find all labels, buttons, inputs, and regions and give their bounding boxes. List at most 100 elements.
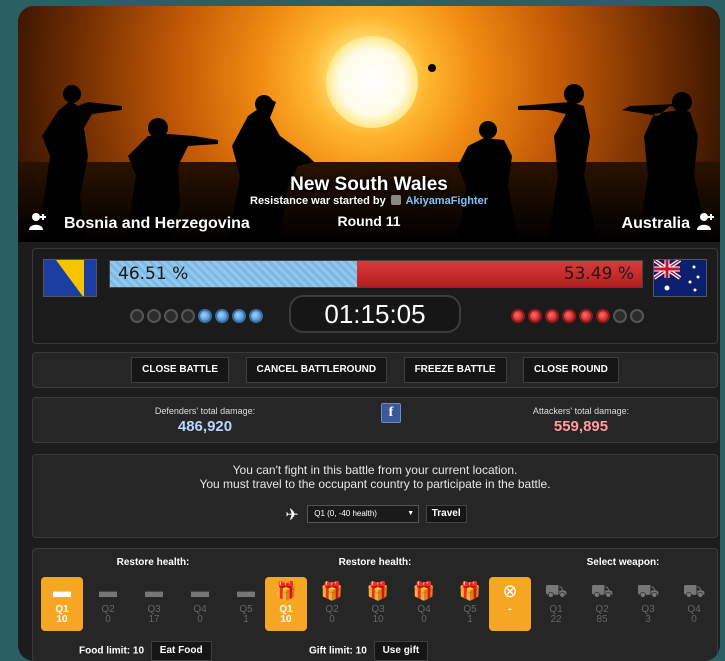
tank-icon: ⛟: [719, 577, 720, 605]
gift-slots: 🎁 Q1 10 🎁 Q2 0 🎁 Q3 10 🎁 Q4 0 🎁 Q5 1: [265, 577, 491, 631]
slot-count: 3: [645, 614, 651, 625]
slot-count: 17: [148, 614, 160, 625]
round-indicator: [215, 309, 229, 323]
use-gift-button[interactable]: Use gift: [373, 641, 429, 661]
food-footer: Food limit: 10 Eat Food: [79, 641, 212, 661]
ticket-select[interactable]: Q1 (0, -40 health) ▼: [307, 505, 420, 523]
cancel-battleround-button[interactable]: CANCEL BATTLEROUND: [245, 357, 388, 383]
round-indicator: [596, 309, 610, 323]
gift-footer: Gift limit: 10 Use gift: [309, 641, 429, 661]
attackers-damage-value: 559,895: [553, 418, 609, 435]
player-avatar: [390, 195, 401, 205]
gift-slot[interactable]: 🎁 Q2 0: [311, 577, 353, 631]
gift-icon: 🎁: [366, 581, 390, 601]
round-indicator: [249, 309, 263, 323]
slot-count: 0: [421, 614, 427, 625]
attackers-damage-label: Attackers' total damage:: [532, 406, 630, 416]
round-indicator: [528, 309, 542, 323]
attacker-person-icon: [697, 213, 714, 230]
tank-icon: ⛟: [590, 581, 614, 601]
travel-message-line2: You must travel to the occupant country …: [199, 477, 551, 491]
travel-panel: You can't fight in this battle from your…: [32, 454, 718, 538]
round-indicator: [545, 309, 559, 323]
slot-count: 1: [467, 614, 473, 625]
defender-country[interactable]: Bosnia and Herzegovina: [64, 215, 250, 233]
round-indicator: [579, 309, 593, 323]
round-indicator: [181, 309, 195, 323]
bread-icon: ▬: [145, 581, 163, 601]
slot-count: 0: [329, 614, 335, 625]
bread-icon: ▬: [191, 581, 209, 601]
food-slot[interactable]: ▬ Q1 10: [41, 577, 83, 631]
round-indicator: [232, 309, 246, 323]
food-slot[interactable]: ▬ Q3 17: [133, 577, 175, 631]
war-origin-prefix: Resistance war started by: [250, 195, 386, 207]
round-indicator: [562, 309, 576, 323]
chevron-down-icon: ▼: [407, 510, 415, 517]
bread-icon: ▬: [99, 581, 117, 601]
gift-icon: 🎁: [412, 581, 436, 601]
gift-icon: 🎁: [458, 581, 482, 601]
round-indicator: [164, 309, 178, 323]
battle-progress-bar: 46.51 % 53.49 %: [109, 260, 643, 288]
weapon-slot[interactable]: ⛟ Q3 3: [627, 577, 669, 631]
war-origin: Resistance war started by AkiyamaFighter: [18, 195, 720, 207]
attacker-percent: 53.49 %: [563, 264, 634, 284]
bread-icon: ▬: [53, 581, 71, 601]
food-slots: ▬ Q1 10 ▬ Q2 0 ▬ Q3 17 ▬ Q4 0 ▬ Q5 1: [41, 577, 267, 631]
gift-icon: 🎁: [274, 581, 298, 601]
gift-section-title: Restore health:: [338, 557, 412, 568]
round-indicator: [613, 309, 627, 323]
slot-count: 13: [719, 615, 720, 625]
food-section-title: Restore health:: [116, 557, 190, 568]
weapon-slot[interactable]: ⊗ -: [489, 577, 531, 631]
inventory-panel: Restore health: Restore health: Select w…: [32, 548, 718, 661]
bread-icon: ▬: [237, 581, 255, 601]
weapon-slots: ⊗-⛟Q122⛟Q285⛟Q33⛟Q40⛟Q513: [489, 577, 720, 631]
defenders-damage-value: 486,920: [177, 418, 233, 435]
weapon-slot[interactable]: ⛟Q513: [719, 577, 720, 631]
australia-flag-icon: [653, 259, 707, 297]
slot-quality: Q5: [719, 605, 720, 615]
gift-slot[interactable]: 🎁 Q4 0: [403, 577, 445, 631]
tank-icon: ⛟: [636, 581, 660, 601]
admin-controls: CLOSE BATTLE CANCEL BATTLEROUND FREEZE B…: [32, 352, 718, 388]
food-slot[interactable]: ▬ Q4 0: [179, 577, 221, 631]
eat-food-button[interactable]: Eat Food: [150, 641, 212, 661]
slot-count: 0: [691, 614, 697, 625]
battle-status-panel: 46.51 % 53.49 % 01:15:05: [32, 248, 718, 344]
gift-slot[interactable]: 🎁 Q1 10: [265, 577, 307, 631]
defenders-damage-label: Defenders' total damage:: [154, 406, 256, 416]
damage-panel: Defenders' total damage: 486,920 f Attac…: [32, 397, 718, 443]
battle-banner: New South Wales Resistance war started b…: [18, 6, 720, 242]
freeze-battle-button[interactable]: FREEZE BATTLE: [403, 357, 507, 383]
close-battle-button[interactable]: CLOSE BATTLE: [131, 357, 230, 383]
slot-count: 85: [596, 614, 608, 625]
gift-slot[interactable]: 🎁 Q3 10: [357, 577, 399, 631]
battle-frame: New South Wales Resistance war started b…: [18, 6, 720, 661]
gift-icon: 🎁: [320, 581, 344, 601]
weapon-slot[interactable]: ⛟ Q4 0: [673, 577, 715, 631]
airplane-icon: ✈: [285, 507, 299, 525]
facebook-icon[interactable]: f: [381, 403, 401, 423]
slot-count: 10: [372, 614, 384, 625]
weapon-slot[interactable]: ⛟ Q2 85: [581, 577, 623, 631]
no-weapon-icon: ⊗: [502, 581, 518, 601]
gift-slot[interactable]: 🎁 Q5 1: [449, 577, 491, 631]
close-round-button[interactable]: CLOSE ROUND: [522, 357, 619, 383]
slot-count: 10: [56, 614, 68, 625]
slot-count: 0: [197, 614, 203, 625]
weapon-slot[interactable]: ⛟ Q1 22: [535, 577, 577, 631]
ticket-select-value: Q1 (0, -40 health): [314, 509, 377, 518]
food-slot[interactable]: ▬ Q2 0: [87, 577, 129, 631]
round-indicator: [198, 309, 212, 323]
food-slot[interactable]: ▬ Q5 1: [225, 577, 267, 631]
weapon-section-title: Select weapon:: [586, 557, 660, 568]
attacker-country[interactable]: Australia: [622, 215, 690, 233]
region-title: New South Wales: [290, 174, 448, 195]
slot-count: -: [508, 604, 512, 615]
travel-button[interactable]: Travel: [425, 505, 467, 523]
player-link[interactable]: AkiyamaFighter: [405, 195, 488, 207]
tank-icon: ⛟: [544, 581, 568, 601]
defender-percent: 46.51 %: [118, 264, 189, 284]
